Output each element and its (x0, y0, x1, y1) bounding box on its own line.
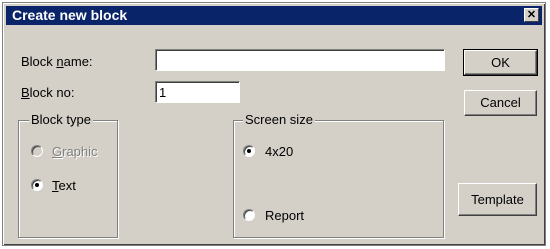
radio-report-label[interactable]: Report (265, 208, 304, 223)
ok-button[interactable]: OK (463, 49, 538, 76)
radio-4x20[interactable] (243, 145, 255, 157)
template-button[interactable]: Template (458, 183, 537, 216)
radio-selected-dot (247, 149, 251, 153)
radio-report[interactable] (243, 209, 255, 221)
close-icon: ✕ (526, 9, 537, 21)
block-name-label: Block name: (21, 54, 93, 69)
block-no-input[interactable] (155, 81, 240, 103)
radio-selected-dot (35, 183, 39, 187)
radio-text-label[interactable]: Text (52, 178, 76, 193)
radio-text[interactable] (31, 179, 43, 191)
block-name-input[interactable] (155, 49, 445, 71)
close-button[interactable]: ✕ (524, 8, 539, 22)
block-type-legend: Block type (29, 112, 93, 127)
radio-4x20-label[interactable]: 4x20 (265, 144, 293, 159)
title-bar[interactable]: Create new block ✕ (6, 6, 542, 25)
radio-graphic-label: Graphic (52, 144, 98, 159)
radio-graphic (31, 145, 43, 157)
screen-size-legend: Screen size (243, 112, 315, 127)
cancel-button[interactable]: Cancel (464, 90, 537, 116)
block-no-label: Block no: (21, 85, 75, 100)
dialog-title: Create new block (12, 7, 128, 23)
create-block-dialog: Create new block ✕ Block name: Block no:… (2, 2, 546, 246)
